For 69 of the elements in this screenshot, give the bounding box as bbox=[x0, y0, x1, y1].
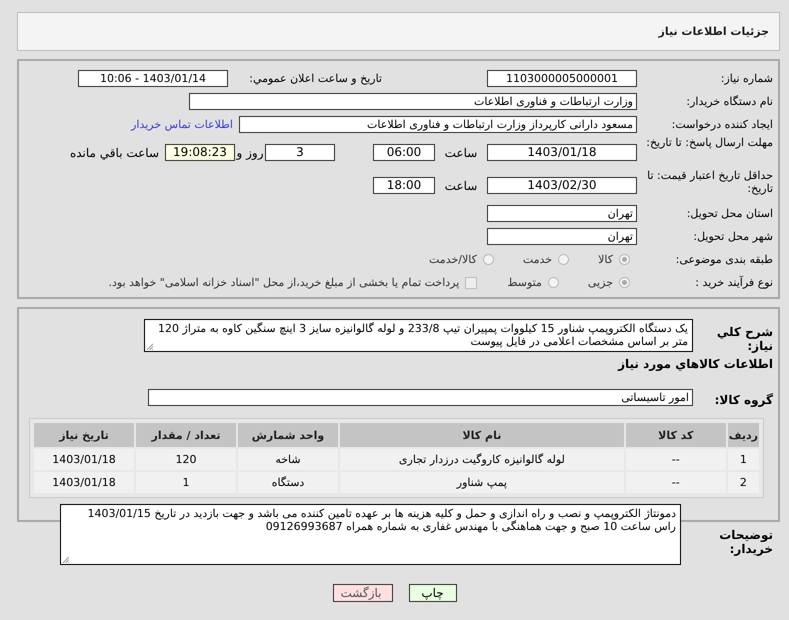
radio-button[interactable] bbox=[619, 254, 630, 265]
back-button[interactable]: بازگشت bbox=[332, 584, 392, 602]
announce-date-field: 1403/01/14 - 10:06 bbox=[78, 70, 228, 87]
field-label: شهر محل تحویل: bbox=[692, 230, 773, 243]
goods-group-field: امور تاسیساتی bbox=[148, 388, 693, 406]
resize-grip-icon[interactable] bbox=[62, 556, 69, 563]
table-cell: 1403/01/18 bbox=[34, 472, 134, 493]
column-header: ردیف bbox=[728, 423, 759, 447]
table-cell: 1403/01/18 bbox=[34, 449, 134, 470]
field-label: شرح کلي نياز: bbox=[716, 324, 773, 353]
field-label: تاريخ و ساعت اعلان عمومي: bbox=[248, 72, 382, 85]
checkbox-label: پرداخت تمام یا بخشی از مبلغ خرید،از محل "اسناد خزانه اسلامی" خواهد بود. bbox=[108, 276, 460, 289]
radio-button[interactable] bbox=[548, 277, 559, 288]
field-label: نام دستگاه خریدار: bbox=[685, 95, 773, 108]
buyer-contact-link[interactable]: اطلاعات تماس خریدار bbox=[131, 118, 233, 131]
validity-date-field: 1403/02/30 bbox=[487, 177, 637, 194]
table-cell: لوله گالوانیزه کاروگیت درزدار تجاری bbox=[340, 449, 624, 470]
column-header: تعداد / مقدار bbox=[136, 423, 236, 447]
time-label: ساعت bbox=[444, 178, 478, 192]
field-label: حداقل تاریخ اعتبار قیمت: تا تاریخ: bbox=[646, 169, 773, 195]
need-number-field: 1103000005000001 bbox=[487, 70, 637, 87]
field-label: ایجاد کننده درخواست: bbox=[670, 118, 773, 131]
option-label: متوسط bbox=[507, 276, 542, 289]
buyer-org-field: وزارت ارتباطات و فناوری اطلاعات bbox=[189, 93, 637, 110]
table-cell: 1 bbox=[136, 472, 236, 493]
table-cell: 1 bbox=[728, 449, 759, 470]
field-label: شماره نیاز: bbox=[720, 72, 773, 85]
validity-time-field: 18:00 bbox=[373, 177, 435, 194]
column-header: واحد شمارش bbox=[238, 423, 338, 447]
column-header: نام کالا bbox=[340, 423, 624, 447]
print-button[interactable]: چاپ bbox=[408, 584, 456, 602]
days-label: روز و bbox=[235, 146, 264, 160]
field-label: مهلت ارسال پاسخ: تا تاریخ: bbox=[645, 136, 773, 149]
resize-grip-icon[interactable] bbox=[146, 343, 153, 350]
table-cell: دستگاه bbox=[238, 472, 338, 493]
field-label: نوع فرآیند خرید : bbox=[694, 276, 773, 289]
column-header: تاریخ نیاز bbox=[34, 423, 134, 447]
radio-button[interactable] bbox=[558, 254, 570, 265]
field-label: طبقه بندی موضوعی: bbox=[674, 253, 773, 266]
checkbox[interactable] bbox=[465, 276, 478, 288]
field-label: استان محل تحویل: bbox=[686, 207, 773, 220]
option-label: جزیی bbox=[588, 276, 613, 289]
option-label: خدمت bbox=[522, 253, 552, 266]
field-label: توضیحات خریدار: bbox=[718, 527, 773, 556]
province-field: تهران bbox=[487, 205, 637, 222]
radio-button[interactable] bbox=[619, 277, 630, 288]
table-cell: پمپ شناور bbox=[340, 472, 624, 493]
requester-field: مسعود دارانی کارپرداز وزارت ارتباطات و فناوری اطلاعات bbox=[239, 116, 637, 133]
section-heading: اطلاعات کالاهاي مورد نياز bbox=[616, 357, 773, 373]
remaining-label: ساعت باقي مانده bbox=[70, 146, 160, 160]
table-cell: -- bbox=[626, 449, 726, 470]
deadline-date-field: 1403/01/18 bbox=[487, 144, 637, 161]
table-cell: -- bbox=[626, 472, 726, 493]
description-box: یک دستگاه الکتروپمپ شناور 15 کیلووات پمپیران تیپ 233/8 و لوله گالوانیزه سایز 3 اینچ سنگین کاوه به متراژ 120 متر بر اساس مشخصات اعلامی در فایل پیوست bbox=[144, 319, 693, 352]
column-header: کد کالا bbox=[626, 423, 726, 447]
deadline-time-field: 06:00 bbox=[373, 144, 435, 161]
option-label: کالا/خدمت bbox=[429, 253, 477, 266]
table-cell: شاخه bbox=[238, 449, 338, 470]
field-label: گروه کالا: bbox=[714, 392, 773, 407]
table-cell: 2 bbox=[728, 472, 759, 493]
buyer-notes-box: دمونتاژ الکتروپمپ و نصب و راه اندازی و حمل و کلیه هزینه ها بر عهده تامین کننده می باشد و جهت بازدید در تاریخ 1403/01/15 راس ساعت 10 صبح و جهت هماهنگی با مهندس غفاری به شماره همراه 09126993687 bbox=[60, 504, 681, 565]
remaining-time-field: 19:08:23 bbox=[165, 144, 235, 161]
city-field: تهران bbox=[487, 228, 637, 245]
radio-button[interactable] bbox=[482, 254, 494, 265]
option-label: کالا bbox=[598, 253, 613, 266]
days-field: 3 bbox=[265, 144, 335, 161]
table-cell: 120 bbox=[136, 449, 236, 470]
page-title: جزئیات اطلاعات نیاز bbox=[658, 25, 769, 38]
time-label: ساعت bbox=[444, 146, 478, 160]
